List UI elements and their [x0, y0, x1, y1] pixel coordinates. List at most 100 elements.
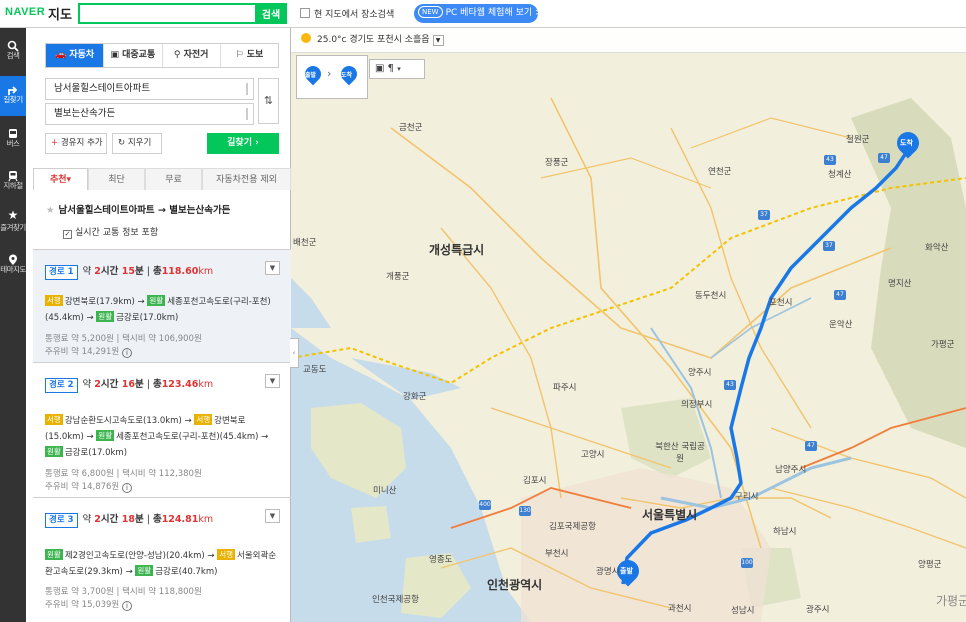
- traffic-tag: 원활: [135, 565, 154, 576]
- nav-label: 즐겨찾기: [0, 223, 26, 232]
- route-badge: 경로 2: [45, 378, 78, 393]
- map-label: 청계산: [828, 170, 852, 180]
- walk-icon: ⚐: [235, 50, 247, 60]
- start-pin-label: 출발: [305, 72, 317, 79]
- mode-car[interactable]: 🚗 자동차: [46, 44, 104, 67]
- swap-icon: ⇅: [263, 94, 274, 107]
- time-prefix: 약: [82, 379, 95, 390]
- chevron-down-icon: ▼: [269, 512, 276, 520]
- expand-route-button[interactable]: ▼: [265, 374, 280, 388]
- nav-subway[interactable]: 지하철: [0, 162, 26, 202]
- search-button[interactable]: 검색: [255, 3, 287, 24]
- map-layer-control[interactable]: ▣ ¶ ▾: [369, 59, 425, 79]
- chevron-down-icon: ▼: [269, 377, 276, 385]
- nav-favorites[interactable]: ★ 즐겨찾기: [0, 204, 26, 244]
- tab-exclude-expressway[interactable]: 자동차전용 제외: [202, 168, 291, 190]
- search-here-checkbox[interactable]: [300, 8, 310, 18]
- route-preview-control[interactable]: 출발 › 도착: [296, 55, 368, 99]
- segment-text: 금강로(17.0km): [116, 313, 179, 323]
- mode-walk[interactable]: ⚐ 도보: [219, 44, 278, 67]
- nav-label: 버스: [6, 139, 20, 148]
- map-label: 강화군: [403, 392, 427, 402]
- add-waypoint-button[interactable]: + 경유지 추가: [45, 133, 107, 154]
- drag-handle-icon[interactable]: [246, 83, 248, 95]
- nav-theme-map[interactable]: 테마지도: [0, 246, 26, 286]
- map-label: 남양주시: [775, 465, 807, 475]
- mode-bicycle[interactable]: ⚲ 자전거: [161, 44, 220, 67]
- chevron-down-icon[interactable]: ▼: [432, 35, 444, 46]
- fuel-cost: 주유비 약 14,291원: [45, 347, 120, 357]
- nav-search[interactable]: 검색: [0, 32, 26, 72]
- hours-unit: 시간: [100, 266, 122, 277]
- info-icon[interactable]: i: [121, 348, 132, 358]
- highway-shield: 100: [741, 558, 753, 568]
- chevron-down-icon[interactable]: ▾: [397, 65, 401, 73]
- map-label: 부천시: [545, 549, 569, 559]
- tab-free[interactable]: 무료: [145, 168, 202, 190]
- mode-label: 자동차: [69, 50, 95, 60]
- bus-icon: [0, 120, 26, 138]
- swap-button[interactable]: ⇅: [258, 78, 279, 124]
- arrow-right-icon: ›: [327, 67, 332, 80]
- route-card[interactable]: 경로 1약 2시간 15분 | 총118.60km ▼ 서행 강변북로(17.9k…: [33, 249, 291, 362]
- map-label: 광명시: [596, 567, 620, 577]
- segment-text: 금강로(17.0km): [64, 448, 128, 458]
- route-card[interactable]: 경로 2약 2시간 16분 | 총123.46km ▼ 서행 강남순환도시고속도로…: [33, 362, 291, 497]
- toll-taxi-cost: 통행료 약 3,700원 | 택시비 약 118,800원: [45, 587, 202, 597]
- find-route-button[interactable]: 길찾기 ›: [207, 133, 279, 154]
- start-field[interactable]: 남서울힐스테이트아파트: [45, 78, 254, 100]
- map-label: 의정부시: [681, 400, 713, 410]
- clear-button[interactable]: ↻ 지우기: [112, 133, 162, 154]
- segment-text: 강변북로(17.9km) →: [64, 297, 148, 307]
- expand-route-button[interactable]: ▼: [265, 261, 280, 275]
- end-pin-label: 도착: [341, 72, 353, 79]
- panel-collapse-button[interactable]: ‹: [290, 338, 299, 368]
- weather-bar: 25.0°c 경기도 포천시 소흘읍 ▼: [291, 28, 966, 53]
- nav-directions[interactable]: 길찾기: [0, 76, 26, 116]
- search-input[interactable]: [78, 3, 256, 24]
- search-here-label: 현 지도에서 장소검색: [314, 10, 395, 20]
- weather-text: 25.0°c 경기도 포천시 소흘읍: [317, 35, 430, 45]
- fuel-cost: 주유비 약 15,039원: [45, 600, 120, 610]
- segment-text: 금강로(40.7km): [155, 567, 218, 577]
- tab-recommended[interactable]: 추천▾: [33, 168, 88, 190]
- map-label: 양주시: [688, 368, 712, 378]
- route-card[interactable]: 경로 3약 2시간 18분 | 총124.81km ▼ 원활 제2경인고속도로(안…: [33, 497, 291, 622]
- dist-prefix: 총: [152, 379, 162, 390]
- bus-icon[interactable]: ▣: [375, 63, 384, 74]
- map-label: 고양시: [581, 450, 605, 460]
- toll-taxi-cost: 통행료 약 5,200원 | 택시비 약 106,900원: [45, 334, 202, 344]
- traffic-tag: 서행: [217, 549, 236, 560]
- map-label: 가평군: [936, 594, 966, 608]
- traffic-tag: 서행: [45, 295, 63, 306]
- realtime-traffic-option[interactable]: ✓ 실시간 교통 정보 포함: [63, 225, 158, 239]
- toll-taxi-cost: 통행료 약 6,800원 | 택시비 약 112,380원: [45, 469, 202, 479]
- chevron-left-icon: ‹: [292, 349, 296, 357]
- mode-transit[interactable]: ▣ 대중교통: [103, 44, 161, 67]
- route-hours: 2: [94, 266, 101, 277]
- beta-web-button[interactable]: NEW PC 베타웹 체험해 보기 >: [414, 4, 543, 23]
- map-label: 동두천시: [695, 291, 727, 301]
- dist-unit: km: [198, 266, 214, 277]
- realtime-label: 실시간 교통 정보 포함: [75, 228, 159, 238]
- info-icon[interactable]: i: [121, 601, 132, 611]
- drag-handle-icon[interactable]: [246, 108, 248, 120]
- star-icon[interactable]: ★: [46, 205, 55, 216]
- nav-bus[interactable]: 버스: [0, 120, 26, 160]
- route-minutes: 16: [121, 379, 135, 390]
- naver-logo[interactable]: NAVER: [5, 6, 45, 18]
- map-label: 화악산: [925, 243, 949, 253]
- end-field[interactable]: 별보는산속가든: [45, 103, 254, 125]
- expand-route-button[interactable]: ▼: [265, 509, 280, 523]
- checkbox-checked-icon[interactable]: ✓: [63, 230, 72, 239]
- restaurant-icon[interactable]: ¶: [388, 63, 394, 74]
- map-label: 철원군: [846, 135, 870, 145]
- highway-shield: 47: [834, 290, 846, 300]
- tab-shortest[interactable]: 최단: [88, 168, 145, 190]
- nav-label: 지하철: [3, 181, 23, 190]
- info-icon[interactable]: i: [121, 483, 132, 493]
- service-title[interactable]: 지도: [48, 4, 72, 23]
- map-canvas[interactable]: 25.0°c 경기도 포천시 소흘읍 ▼ 출발 › 도착 ▣ ¶ ▾ 출발 도착 …: [291, 28, 966, 622]
- route-header: 경로 1약 2시간 15분 | 총118.60km: [45, 263, 213, 280]
- directions-panel: 🚗 자동차 ▣ 대중교통 ⚲ 자전거 ⚐ 도보 남서울힐스테이트아파트 별보는산…: [26, 28, 291, 622]
